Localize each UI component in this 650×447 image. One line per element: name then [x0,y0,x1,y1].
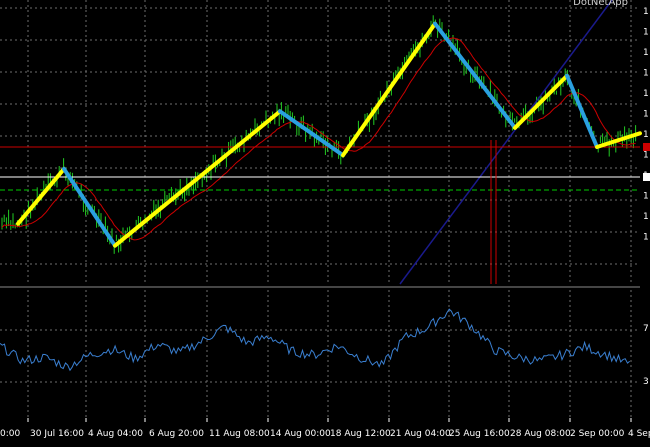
price-tick-label: 1 [643,28,649,38]
price-tick-label: 1 [643,233,649,243]
time-label-3: 6 Aug 20:00 [149,429,204,439]
time-label-10: 2 Sep 00:00 [570,429,625,439]
time-label-8: 25 Aug 16:00 [449,429,510,439]
price-tick-label: 1 [643,212,649,222]
osc-level-3: 3 [643,377,649,387]
time-label-7: 21 Aug 04:00 [390,429,451,439]
price-panel[interactable] [0,0,642,285]
price-marker-white [643,173,650,181]
zigzag-segment-2 [113,109,282,248]
time-label-4: 11 Aug 08:00 [209,429,270,439]
time-label-5: 14 Aug 00:00 [270,429,331,439]
price-tick-label: 1 [643,89,649,99]
price-tick-label: 1 [643,48,649,58]
oscillator-line [0,308,631,372]
price-tick-label: 1 [643,151,649,161]
time-label-9: 28 Aug 08:00 [510,429,571,439]
time-label-11: 4 Sep [628,429,650,439]
trendline[interactable] [399,0,613,285]
oscillator-panel[interactable] [0,308,631,372]
zigzag-indicator [16,21,642,248]
price-tick-label: 1 [643,130,649,140]
time-label-6: 18 Aug 12:00 [330,429,391,439]
price-axis: 111111111111 [643,7,649,243]
price-tick-label: 1 [643,7,649,17]
zigzag-segment-3 [278,109,345,158]
price-tick-label: 1 [643,69,649,79]
price-tick-label: 1 [643,192,649,202]
time-label-1: 30 Jul 16:00 [30,429,84,439]
price-marker-red [643,143,650,151]
osc-level-7: 7 [643,324,649,334]
watermark-text: DotNetApp [573,0,628,8]
price-tick-label: 1 [643,110,649,120]
time-label-2: 4 Aug 04:00 [88,429,143,439]
zigzag-segment-1 [62,166,117,248]
time-axis: 0:00 30 Jul 16:00 4 Aug 04:00 6 Aug 20:00 11… [0,418,650,439]
oscillator-axis: 7 3 [643,324,649,387]
zigzag-segment-6 [513,73,569,130]
trading-chart[interactable]: 111111111111 7 3 0:0030 Jul 16:004 Aug 0… [0,0,650,447]
time-label-0: 0:00 [0,429,20,439]
zigzag-segment-5 [433,21,517,130]
